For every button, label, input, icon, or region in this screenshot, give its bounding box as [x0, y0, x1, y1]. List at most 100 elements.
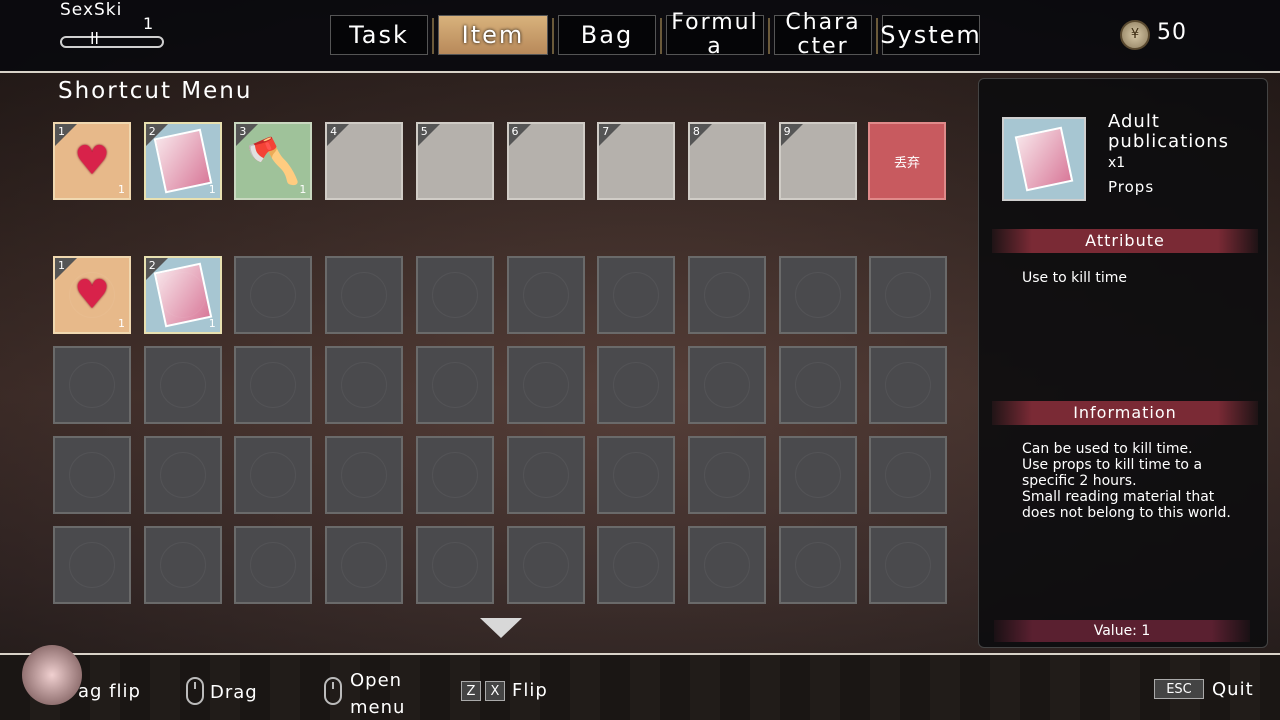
- item-value: Value: 1: [994, 620, 1250, 642]
- top-divider: [0, 71, 1280, 73]
- inventory-slot-empty[interactable]: [778, 256, 857, 334]
- inventory-slot-empty[interactable]: [325, 256, 404, 334]
- inventory-slot-empty[interactable]: [687, 256, 766, 334]
- slot-number: 2: [148, 125, 156, 138]
- mouse-right-click-icon: [324, 677, 342, 705]
- skill-level: 1: [143, 14, 154, 33]
- shortcut-slot-9[interactable]: 9: [778, 122, 857, 200]
- key-esc: ESC: [1154, 679, 1204, 699]
- inventory-slot-empty[interactable]: [869, 346, 948, 424]
- slot-quantity: 1: [299, 183, 307, 196]
- shortcut-slot-1[interactable]: 1 ♥ 1: [53, 122, 131, 200]
- inventory-item-heart-gem[interactable]: 1 ♥ 1: [53, 256, 131, 334]
- scroll-down-icon[interactable]: [480, 618, 522, 638]
- inventory-slot-empty[interactable]: [506, 436, 585, 514]
- inventory-slot-empty[interactable]: [415, 526, 494, 604]
- inventory-slot-empty[interactable]: [869, 526, 948, 604]
- shortcut-slot-7[interactable]: 7: [597, 122, 676, 200]
- inventory-slot-empty[interactable]: [143, 346, 222, 424]
- open-menu-hint-line1: Open: [350, 670, 403, 691]
- slider-handle-icon[interactable]: ll: [90, 29, 99, 48]
- detail-item-name: Adult publications: [1108, 111, 1230, 152]
- character-name: SexSki: [60, 0, 123, 20]
- inventory-slot-empty[interactable]: [506, 526, 585, 604]
- inventory-slot-empty[interactable]: [234, 256, 313, 334]
- main-tabs: Task Item Bag Formula Character System: [330, 11, 990, 59]
- shortcut-slot-8[interactable]: 8: [687, 122, 766, 200]
- tab-task[interactable]: Task: [330, 15, 428, 55]
- inventory-slot-empty[interactable]: [53, 436, 131, 514]
- inventory-slot-empty[interactable]: [325, 346, 404, 424]
- inventory-slot-empty[interactable]: [415, 256, 494, 334]
- shortcut-slot-6[interactable]: 6: [506, 122, 585, 200]
- inventory-slot-empty[interactable]: [597, 526, 676, 604]
- slot-number: 7: [602, 125, 610, 138]
- shortcut-slot-5[interactable]: 5: [415, 122, 494, 200]
- attribute-text: Use to kill time: [1022, 270, 1127, 286]
- inventory-slot-empty[interactable]: [415, 346, 494, 424]
- inventory-slot-empty[interactable]: [778, 436, 857, 514]
- inventory-slot-empty[interactable]: [234, 346, 313, 424]
- slot-number: 6: [511, 125, 519, 138]
- slot-number: 1: [58, 259, 65, 272]
- shortcut-slot-4[interactable]: 4: [325, 122, 404, 200]
- key-x: X: [485, 681, 505, 701]
- inventory-slot-empty[interactable]: [506, 256, 585, 334]
- drag-flip-hint: ag flip: [78, 681, 141, 702]
- inventory-slot-empty[interactable]: [325, 436, 404, 514]
- information-heading: Information: [992, 401, 1258, 425]
- slot-number: 2: [148, 259, 156, 272]
- axe-icon: 🪓: [245, 136, 301, 187]
- slot-quantity: 1: [118, 183, 125, 196]
- inventory-slot-empty[interactable]: [53, 526, 131, 604]
- inventory-slot-empty[interactable]: [506, 346, 585, 424]
- flip-hint: Flip: [512, 680, 548, 701]
- information-text: Can be used to kill time. Use props to k…: [1022, 441, 1231, 521]
- heart-gem-icon: ♥: [74, 138, 110, 184]
- inventory-slot-empty[interactable]: [234, 526, 313, 604]
- inventory-slot-empty[interactable]: [597, 346, 676, 424]
- inventory-slot-empty[interactable]: [778, 346, 857, 424]
- inventory-slot-empty[interactable]: [687, 526, 766, 604]
- shortcut-slot-3[interactable]: 3 🪓 1: [234, 122, 313, 200]
- inventory-slot-empty[interactable]: [143, 526, 222, 604]
- tab-system[interactable]: System: [876, 15, 980, 55]
- inventory-slot-empty[interactable]: [687, 346, 766, 424]
- mouse-drag-icon: [186, 677, 204, 705]
- detail-item-icon: [1002, 117, 1086, 201]
- coin-count: 50: [1157, 20, 1187, 45]
- inventory-slot-empty[interactable]: [234, 436, 313, 514]
- tab-formula[interactable]: Formula: [660, 11, 764, 59]
- inventory-item-adult-publication[interactable]: 21: [143, 256, 222, 334]
- tab-bag[interactable]: Bag: [552, 15, 656, 55]
- slot-number: 5: [420, 125, 428, 138]
- key-z: Z: [461, 681, 481, 701]
- slot-number: 9: [783, 125, 791, 138]
- adult-publication-icon: [1014, 126, 1074, 192]
- inventory-slot-empty[interactable]: [869, 256, 948, 334]
- skill-progress-bar: [60, 36, 164, 48]
- inventory-slot-empty[interactable]: [687, 436, 766, 514]
- quit-hint[interactable]: Quit: [1212, 679, 1254, 700]
- inventory-slot-empty[interactable]: [53, 346, 131, 424]
- adult-publication-icon: [153, 262, 212, 328]
- open-menu-hint-line2: menu: [350, 697, 406, 718]
- slot-number: 4: [330, 125, 338, 138]
- discard-slot[interactable]: 丢弃: [868, 122, 946, 200]
- slot-number: 1: [58, 125, 65, 138]
- tab-character[interactable]: Character: [768, 11, 872, 59]
- inventory-slot-empty[interactable]: [597, 436, 676, 514]
- shortcut-menu-title: Shortcut Menu: [58, 78, 253, 104]
- inventory-slot-empty[interactable]: [415, 436, 494, 514]
- slot-quantity: 1: [118, 317, 125, 330]
- inventory-slot-empty[interactable]: [325, 526, 404, 604]
- detail-item-quantity: x1: [1108, 155, 1126, 171]
- slot-number: 8: [692, 125, 700, 138]
- inventory-slot-empty[interactable]: [869, 436, 948, 514]
- shortcut-slot-2[interactable]: 21: [143, 122, 222, 200]
- inventory-slot-empty[interactable]: [597, 256, 676, 334]
- inventory-slot-empty[interactable]: [143, 436, 222, 514]
- watermark-avatar: [22, 645, 82, 705]
- tab-item[interactable]: Item: [432, 15, 548, 55]
- inventory-slot-empty[interactable]: [778, 526, 857, 604]
